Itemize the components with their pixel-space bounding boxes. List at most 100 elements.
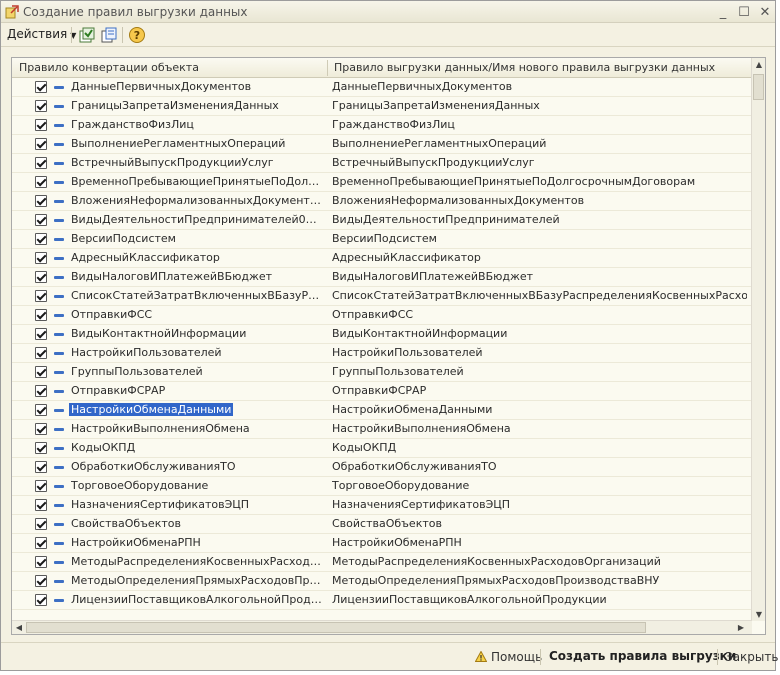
table-row[interactable]: КодыОКПД КодыОКПД: [12, 439, 752, 458]
export-rule-cell[interactable]: ВидыКонтактнойИнформации: [332, 327, 747, 340]
row-checkbox[interactable]: [35, 233, 47, 245]
table-row[interactable]: АдресныйКлассификатор АдресныйКлассификат…: [12, 249, 752, 268]
conversion-rule-cell[interactable]: ВидыКонтактнойИнформации: [71, 327, 323, 340]
conversion-rule-cell[interactable]: НастройкиОбменаДанными: [69, 403, 234, 416]
row-checkbox[interactable]: [35, 518, 47, 530]
horizontal-scrollbar[interactable]: ◀ ▶: [12, 620, 752, 634]
table-row[interactable]: ГруппыПользователей ГруппыПользователей: [12, 363, 752, 382]
copy-rules-icon[interactable]: [100, 26, 118, 44]
row-checkbox[interactable]: [35, 366, 47, 378]
close-icon[interactable]: ✕: [757, 4, 773, 20]
conversion-rule-cell[interactable]: СвойстваОбъектов: [71, 517, 323, 530]
table-row[interactable]: МетодыОпределенияПрямыхРасходовПроизво..…: [12, 572, 752, 591]
conversion-rule-cell[interactable]: ВидыНалоговИПлатежейВБюджет: [71, 270, 323, 283]
conversion-rule-cell[interactable]: НазначенияСертификатовЭЦП: [71, 498, 323, 511]
conversion-rule-cell[interactable]: НастройкиВыполненияОбмена: [71, 422, 323, 435]
row-checkbox[interactable]: [35, 537, 47, 549]
table-row[interactable]: ГражданствоФизЛиц ГражданствоФизЛиц: [12, 116, 752, 135]
export-rule-cell[interactable]: ВстречныйВыпускПродукцииУслуг: [332, 156, 747, 169]
conversion-rule-cell[interactable]: ОтправкиФСРАР: [71, 384, 323, 397]
export-rule-cell[interactable]: СписокСтатейЗатратВключенныхВБазуРаспред…: [332, 289, 747, 302]
export-rule-cell[interactable]: ЛицензииПоставщиковАлкогольнойПродукции: [332, 593, 747, 606]
row-checkbox[interactable]: [35, 423, 47, 435]
row-checkbox[interactable]: [35, 157, 47, 169]
export-rule-cell[interactable]: МетодыОпределенияПрямыхРасходовПроизводс…: [332, 574, 747, 587]
scroll-up-icon[interactable]: ▲: [752, 60, 765, 69]
export-rule-cell[interactable]: ОтправкиФСС: [332, 308, 747, 321]
table-row[interactable]: НастройкиВыполненияОбмена НастройкиВыполн…: [12, 420, 752, 439]
table-row[interactable]: СвойстваОбъектов СвойстваОбъектов: [12, 515, 752, 534]
conversion-rule-cell[interactable]: МетодыРаспределенияКосвенныхРасходовОрг.…: [71, 555, 323, 568]
table-row[interactable]: ЛицензииПоставщиковАлкогольнойПродукции Л…: [12, 591, 752, 610]
table-row[interactable]: ВерсииПодсистем ВерсииПодсистем: [12, 230, 752, 249]
table-row[interactable]: ВстречныйВыпускПродукцииУслуг ВстречныйВы…: [12, 154, 752, 173]
export-rule-cell[interactable]: ГруппыПользователей: [332, 365, 747, 378]
vertical-scroll-thumb[interactable]: [753, 74, 764, 100]
export-rule-cell[interactable]: НазначенияСертификатовЭЦП: [332, 498, 747, 511]
export-rule-cell[interactable]: ДанныеПервичныхДокументов: [332, 80, 747, 93]
conversion-rule-cell[interactable]: ГруппыПользователей: [71, 365, 323, 378]
table-row[interactable]: ОтправкиФСС ОтправкиФСС: [12, 306, 752, 325]
column-header-export-rule[interactable]: Правило выгрузки данных/Имя нового прави…: [334, 61, 715, 74]
row-checkbox[interactable]: [35, 499, 47, 511]
conversion-rule-cell[interactable]: ВерсииПодсистем: [71, 232, 323, 245]
conversion-rule-cell[interactable]: ВыполнениеРегламентныхОпераций: [71, 137, 323, 150]
export-rule-cell[interactable]: НастройкиВыполненияОбмена: [332, 422, 747, 435]
table-row[interactable]: ВидыКонтактнойИнформации ВидыКонтактнойИн…: [12, 325, 752, 344]
row-checkbox[interactable]: [35, 594, 47, 606]
column-header-conversion-rule[interactable]: Правило конвертации объекта: [19, 61, 199, 74]
export-rule-cell[interactable]: ВыполнениеРегламентныхОпераций: [332, 137, 747, 150]
scroll-down-icon[interactable]: ▼: [752, 610, 765, 619]
table-row[interactable]: НастройкиОбменаДанными НастройкиОбменаДан…: [12, 401, 752, 420]
export-rule-cell[interactable]: ГраницыЗапретаИзмененияДанных: [332, 99, 747, 112]
export-rule-cell[interactable]: ВидыНалоговИПлатежейВБюджет: [332, 270, 747, 283]
row-checkbox[interactable]: [35, 214, 47, 226]
table-row[interactable]: ВыполнениеРегламентныхОпераций Выполнение…: [12, 135, 752, 154]
row-checkbox[interactable]: [35, 138, 47, 150]
maximize-icon[interactable]: ☐: [736, 4, 752, 20]
conversion-rule-cell[interactable]: ВременноПребывающиеПринятыеПоДолгосро...: [71, 175, 323, 188]
row-checkbox[interactable]: [35, 575, 47, 587]
export-rule-cell[interactable]: НастройкиОбменаРПН: [332, 536, 747, 549]
row-checkbox[interactable]: [35, 556, 47, 568]
title-bar[interactable]: Создание правил выгрузки данных _ ☐ ✕: [1, 1, 775, 23]
export-rule-cell[interactable]: ОбработкиОбслуживанияТО: [332, 460, 747, 473]
table-row[interactable]: ВложенияНеформализованныхДокументов Вложе…: [12, 192, 752, 211]
export-rule-cell[interactable]: НастройкиПользователей: [332, 346, 747, 359]
row-checkbox[interactable]: [35, 309, 47, 321]
conversion-rule-cell[interactable]: СписокСтатейЗатратВключенныхВБазуРаспре.…: [71, 289, 323, 302]
export-rule-cell[interactable]: СвойстваОбъектов: [332, 517, 747, 530]
actions-menu-button[interactable]: Действия ▼: [7, 27, 76, 41]
create-export-rules-button[interactable]: Создать правила выгрузки: [549, 649, 736, 663]
export-rule-cell[interactable]: МетодыРаспределенияКосвенныхРасходовОрга…: [332, 555, 747, 568]
table-row[interactable]: МетодыРаспределенияКосвенныхРасходовОрг.…: [12, 553, 752, 572]
help-icon[interactable]: ?: [128, 26, 146, 44]
export-rule-cell[interactable]: АдресныйКлассификатор: [332, 251, 747, 264]
conversion-rule-cell[interactable]: МетодыОпределенияПрямыхРасходовПроизво..…: [71, 574, 323, 587]
table-row[interactable]: ГраницыЗапретаИзмененияДанных ГраницыЗапр…: [12, 97, 752, 116]
row-checkbox[interactable]: [35, 404, 47, 416]
table-row[interactable]: ДанныеПервичныхДокументов ДанныеПервичных…: [12, 78, 752, 97]
row-checkbox[interactable]: [35, 480, 47, 492]
conversion-rule-cell[interactable]: НастройкиПользователей: [71, 346, 323, 359]
table-row[interactable]: ОтправкиФСРАР ОтправкиФСРАР: [12, 382, 752, 401]
row-checkbox[interactable]: [35, 461, 47, 473]
export-rule-cell[interactable]: ВременноПребывающиеПринятыеПоДолгосрочны…: [332, 175, 747, 188]
conversion-rule-cell[interactable]: ВидыДеятельностиПредпринимателей00001: [71, 213, 323, 226]
row-checkbox[interactable]: [35, 347, 47, 359]
conversion-rule-cell[interactable]: ДанныеПервичныхДокументов: [71, 80, 323, 93]
row-checkbox[interactable]: [35, 100, 47, 112]
table-row[interactable]: ВидыНалоговИПлатежейВБюджет ВидыНалоговИП…: [12, 268, 752, 287]
row-checkbox[interactable]: [35, 290, 47, 302]
conversion-rule-cell[interactable]: ВстречныйВыпускПродукцииУслуг: [71, 156, 323, 169]
table-row[interactable]: СписокСтатейЗатратВключенныхВБазуРаспре.…: [12, 287, 752, 306]
row-checkbox[interactable]: [35, 385, 47, 397]
row-checkbox[interactable]: [35, 119, 47, 131]
table-row[interactable]: НастройкиОбменаРПН НастройкиОбменаРПН: [12, 534, 752, 553]
conversion-rule-cell[interactable]: КодыОКПД: [71, 441, 323, 454]
column-divider[interactable]: [327, 60, 328, 76]
row-checkbox[interactable]: [35, 81, 47, 93]
minimize-icon[interactable]: _: [715, 4, 731, 20]
row-checkbox[interactable]: [35, 271, 47, 283]
conversion-rule-cell[interactable]: НастройкиОбменаРПН: [71, 536, 323, 549]
